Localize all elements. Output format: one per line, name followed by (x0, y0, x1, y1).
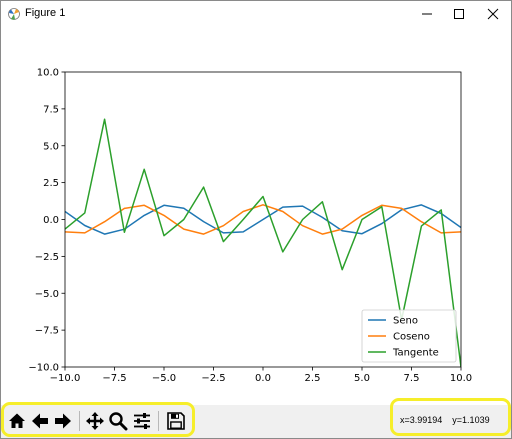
y-tick-label: 2.5 (43, 178, 59, 189)
configure-subplots-button[interactable] (132, 411, 152, 431)
maximize-icon (454, 9, 464, 19)
move-icon (86, 412, 104, 430)
y-tick-label: −2.5 (35, 252, 59, 263)
arrow-right-icon (55, 413, 71, 429)
home-button[interactable] (7, 411, 27, 431)
x-tick-label: 10.0 (450, 373, 472, 384)
cursor-x-readout: x=3.99194 (400, 415, 443, 425)
navigation-toolbar: x=3.99194 y=1.1039 (1, 405, 511, 438)
close-button[interactable] (477, 1, 509, 27)
y-tick-label: −5.0 (35, 289, 59, 300)
figure-canvas[interactable]: −10.0 −7.5 −5.0 −2.5 0.0 2.5 5.0 7.5 10.0 10.0 7.5… (1, 27, 511, 405)
x-tick-label: −5.0 (152, 373, 176, 384)
x-tick-label: 0.0 (255, 373, 271, 384)
close-icon (487, 8, 499, 20)
minimize-icon (422, 13, 432, 15)
window-title: Figure 1 (25, 7, 66, 19)
legend-label-seno: Seno (393, 316, 418, 327)
legend-label-tangente: Tangente (392, 348, 439, 359)
x-tick-label: −10.0 (50, 373, 81, 384)
floppy-disk-icon (167, 412, 185, 430)
title-bar[interactable]: Figure 1 (1, 1, 511, 27)
x-tick-label: −7.5 (102, 373, 126, 384)
matplotlib-logo-icon (7, 6, 21, 20)
zoom-button[interactable] (108, 411, 128, 431)
x-tick-label: 2.5 (305, 373, 321, 384)
sliders-icon (134, 413, 150, 429)
save-button[interactable] (166, 411, 186, 431)
y-tick-label: 7.5 (43, 104, 59, 115)
cursor-y-readout: y=1.1039 (452, 415, 490, 425)
cursor-coordinates: x=3.99194 y=1.1039 (400, 415, 500, 425)
line-chart: −10.0 −7.5 −5.0 −2.5 0.0 2.5 5.0 7.5 10.0 10.0 7.5… (28, 68, 472, 385)
y-tick-label: 0.0 (43, 215, 59, 226)
y-tick-label: −10.0 (28, 363, 59, 374)
x-tick-label: −2.5 (201, 373, 225, 384)
x-tick-label: 5.0 (354, 373, 370, 384)
toolbar-separator (158, 411, 159, 431)
y-tick-label: 5.0 (43, 141, 59, 152)
home-icon (9, 413, 25, 428)
pan-button[interactable] (85, 411, 105, 431)
toolbar-separator (79, 411, 80, 431)
magnifier-icon (109, 412, 128, 431)
y-tick-label: 10.0 (37, 68, 59, 79)
arrow-left-icon (32, 413, 48, 429)
maximize-button[interactable] (443, 1, 475, 27)
figure-window: Figure 1 −10.0 −7.5 −5.0 −2.5 0.0 2.5 5.0 7.5 10… (0, 0, 512, 439)
x-tick-label: 7.5 (404, 373, 420, 384)
legend-label-coseno: Coseno (393, 332, 430, 343)
minimize-button[interactable] (411, 1, 443, 27)
back-button[interactable] (30, 411, 50, 431)
y-tick-label: −7.5 (35, 326, 59, 337)
forward-button[interactable] (53, 411, 73, 431)
